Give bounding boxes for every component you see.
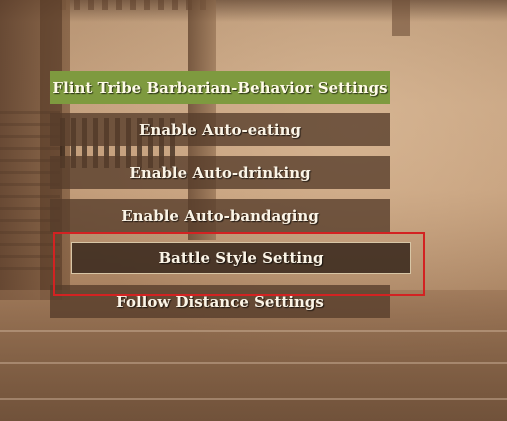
enable-auto-eating-button[interactable]: Enable Auto-eating bbox=[50, 113, 390, 146]
enable-auto-drinking-button[interactable]: Enable Auto-drinking bbox=[50, 156, 390, 189]
enable-auto-bandaging-button[interactable]: Enable Auto-bandaging bbox=[50, 199, 390, 232]
barbarian-behavior-settings-menu: Flint Tribe Barbarian-Behavior Settings … bbox=[0, 0, 507, 421]
battle-style-setting-button[interactable]: Battle Style Setting bbox=[71, 242, 411, 274]
follow-distance-settings-button[interactable]: Follow Distance Settings bbox=[50, 285, 390, 318]
menu-header-title[interactable]: Flint Tribe Barbarian-Behavior Settings bbox=[50, 71, 390, 104]
